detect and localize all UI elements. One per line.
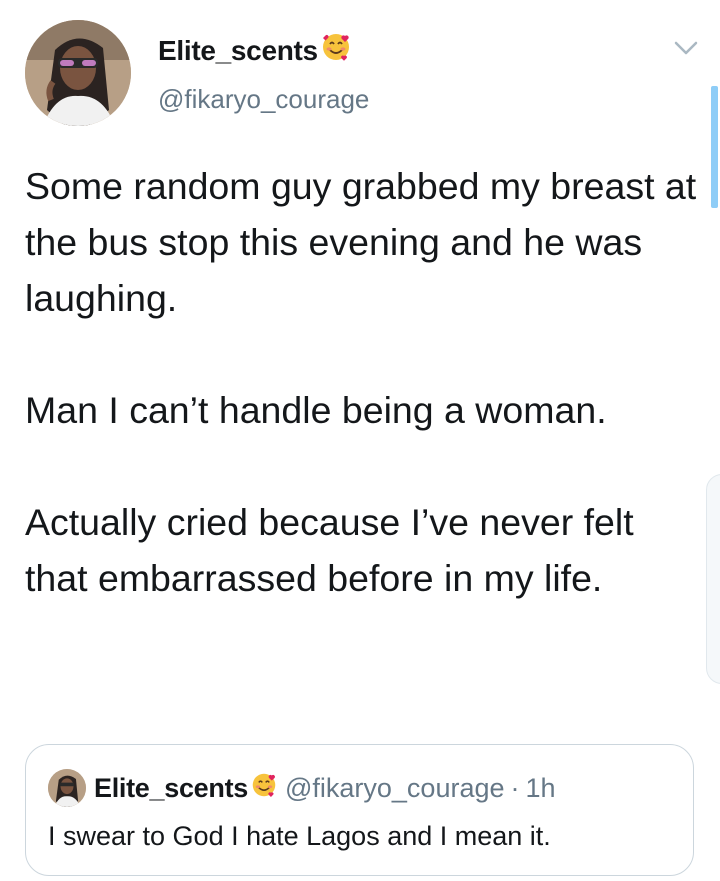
quoted-tweet-text: I swear to God I hate Lagos and I mean i…: [48, 821, 551, 851]
quoted-tweet-avatar: [48, 769, 86, 807]
tweet-paragraph: Man I can’t handle being a woman.: [25, 389, 607, 431]
avatar-photo: [25, 20, 131, 126]
tweet-text: Some random guy grabbed my breast at the…: [25, 158, 705, 606]
quoted-tweet-display-name: Elite_scents: [94, 772, 248, 803]
smiling-face-with-hearts-icon: [251, 772, 277, 805]
quoted-tweet-handle: @fikaryo_courage: [284, 772, 505, 803]
author-name-row[interactable]: Elite_scents: [158, 32, 351, 69]
author-handle[interactable]: @fikaryo_courage: [158, 84, 369, 115]
author-display-name: Elite_scents: [158, 34, 318, 66]
side-panel-handle[interactable]: [706, 474, 720, 684]
chevron-down-icon[interactable]: [672, 38, 700, 58]
avatar[interactable]: [25, 20, 131, 126]
quoted-tweet-card[interactable]: Elite_scents @fikaryo_courage · 1h I swe…: [25, 744, 694, 876]
quoted-tweet-header: Elite_scents @fikaryo_courage · 1h: [48, 769, 556, 807]
tweet: Elite_scents @fikaryo_courage Some rando…: [0, 0, 720, 881]
quoted-tweet-separator: ·: [510, 772, 520, 803]
scroll-indicator[interactable]: [711, 86, 718, 208]
tweet-paragraph: Some random guy grabbed my breast at the…: [25, 165, 697, 319]
smiling-face-with-hearts-icon: [321, 32, 351, 69]
quoted-tweet-time: 1h: [525, 772, 556, 803]
tweet-paragraph: Actually cried because I’ve never felt t…: [25, 501, 634, 599]
